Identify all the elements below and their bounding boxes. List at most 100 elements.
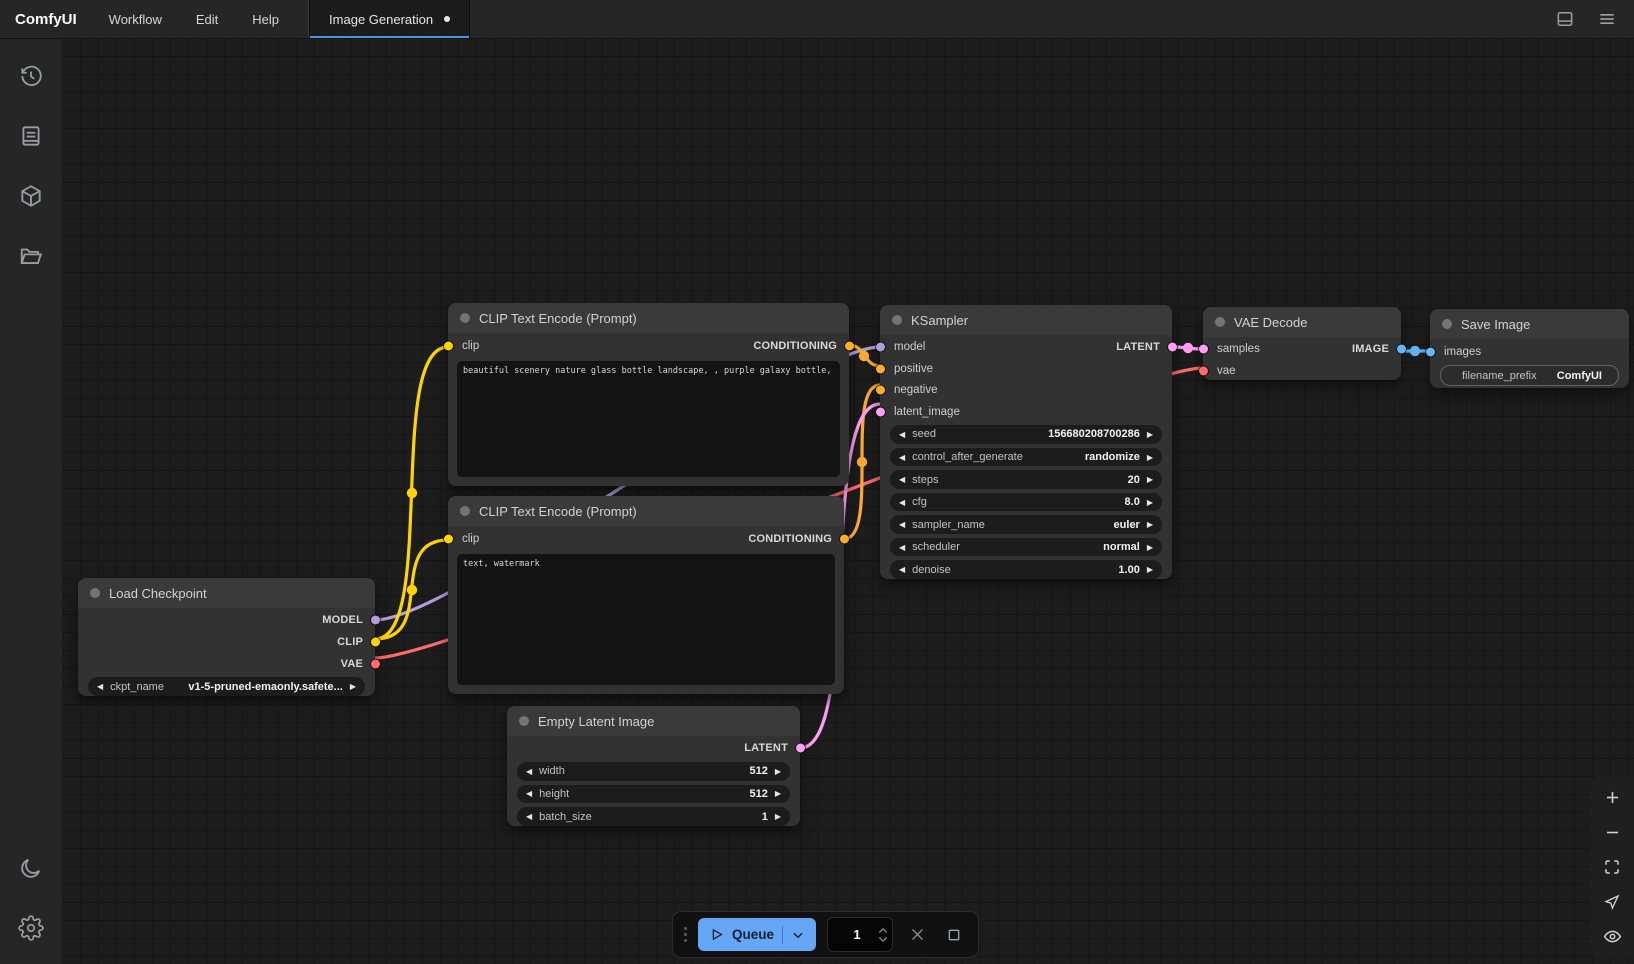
theme-toggle-button[interactable] bbox=[9, 846, 53, 890]
collapse-dot[interactable] bbox=[1442, 319, 1452, 329]
collapse-dot[interactable] bbox=[460, 506, 470, 516]
decrement-arrow-icon[interactable]: ◀ bbox=[899, 453, 905, 462]
decrement-arrow-icon[interactable]: ◀ bbox=[899, 430, 905, 439]
node-titlebar[interactable]: CLIP Text Encode (Prompt) bbox=[448, 303, 849, 333]
decrement-arrow-icon[interactable]: ◀ bbox=[899, 498, 905, 507]
increment-arrow-icon[interactable]: ▶ bbox=[775, 767, 781, 776]
node-titlebar[interactable]: CLIP Text Encode (Prompt) bbox=[448, 496, 844, 526]
increment-arrow-icon[interactable]: ▶ bbox=[1147, 543, 1153, 552]
ckpt-name-widget[interactable]: ◀ ckpt_name v1-5-pruned-emaonly.safete..… bbox=[88, 677, 365, 696]
decrement-arrow-icon[interactable]: ◀ bbox=[899, 565, 905, 574]
settings-button[interactable] bbox=[9, 906, 53, 950]
sampler-name-widget[interactable]: ◀ sampler_name euler ▶ bbox=[890, 515, 1162, 534]
node-titlebar[interactable]: Load Checkpoint bbox=[78, 578, 375, 608]
node-clip-text-encode-negative[interactable]: CLIP Text Encode (Prompt) clip CONDITION… bbox=[448, 496, 844, 694]
vae-output-port[interactable] bbox=[371, 659, 380, 668]
collapse-dot[interactable] bbox=[892, 315, 902, 325]
spinner-up-icon[interactable] bbox=[878, 927, 888, 934]
increment-arrow-icon[interactable]: ▶ bbox=[1147, 430, 1153, 439]
tab-image-generation[interactable]: Image Generation bbox=[309, 0, 470, 38]
sidebar-logs-button[interactable] bbox=[9, 114, 53, 158]
seed-widget[interactable]: ◀ seed 156680208700286 ▶ bbox=[890, 425, 1162, 444]
increment-arrow-icon[interactable]: ▶ bbox=[1147, 565, 1153, 574]
node-canvas[interactable] bbox=[62, 38, 1634, 964]
node-vae-decode[interactable]: VAE Decode samples IMAGE vae bbox=[1203, 307, 1401, 380]
collapse-dot[interactable] bbox=[519, 716, 529, 726]
model-output-port[interactable] bbox=[371, 616, 380, 625]
node-titlebar[interactable]: VAE Decode bbox=[1203, 307, 1401, 337]
node-titlebar[interactable]: Empty Latent Image bbox=[507, 706, 800, 736]
node-ksampler[interactable]: KSampler model LATENT positive negative … bbox=[880, 305, 1172, 579]
clip-input-port[interactable] bbox=[444, 341, 453, 350]
collapse-dot[interactable] bbox=[90, 588, 100, 598]
clip-input-port[interactable] bbox=[444, 534, 453, 543]
model-input-port[interactable] bbox=[876, 343, 885, 352]
node-titlebar[interactable]: Save Image bbox=[1430, 309, 1629, 339]
decrement-arrow-icon[interactable]: ◀ bbox=[526, 767, 532, 776]
main-menu-button[interactable] bbox=[1592, 4, 1622, 34]
cfg-widget[interactable]: ◀ cfg 8.0 ▶ bbox=[890, 493, 1162, 512]
decrement-arrow-icon[interactable]: ◀ bbox=[526, 789, 532, 798]
fit-view-button[interactable] bbox=[1599, 854, 1625, 880]
menu-workflow[interactable]: Workflow bbox=[92, 0, 179, 38]
increment-arrow-icon[interactable]: ▶ bbox=[1147, 453, 1153, 462]
chevron-down-icon[interactable] bbox=[791, 928, 805, 942]
drag-handle-icon[interactable] bbox=[684, 927, 687, 942]
steps-widget[interactable]: ◀ steps 20 ▶ bbox=[890, 470, 1162, 489]
decrement-arrow-icon[interactable]: ◀ bbox=[97, 682, 103, 691]
samples-input-port[interactable] bbox=[1199, 345, 1208, 354]
interrupt-button[interactable] bbox=[941, 922, 967, 948]
prompt-textarea[interactable]: text, watermark bbox=[457, 554, 835, 685]
decrement-arrow-icon[interactable]: ◀ bbox=[899, 543, 905, 552]
latent-output-port[interactable] bbox=[796, 744, 805, 753]
batch-size-widget[interactable]: ◀ batch_size 1 ▶ bbox=[517, 807, 790, 826]
conditioning-output-port[interactable] bbox=[845, 341, 854, 350]
node-empty-latent-image[interactable]: Empty Latent Image LATENT ◀ width 512 ▶ … bbox=[507, 706, 800, 826]
menu-help[interactable]: Help bbox=[235, 0, 296, 38]
denoise-widget[interactable]: ◀ denoise 1.00 ▶ bbox=[890, 560, 1162, 579]
images-input-port[interactable] bbox=[1426, 347, 1435, 356]
increment-arrow-icon[interactable]: ▶ bbox=[350, 682, 356, 691]
scheduler-widget[interactable]: ◀ scheduler normal ▶ bbox=[890, 538, 1162, 557]
negative-input-port[interactable] bbox=[876, 386, 885, 395]
control-after-generate-widget[interactable]: ◀ control_after_generate randomize ▶ bbox=[890, 448, 1162, 467]
zoom-in-button[interactable] bbox=[1599, 785, 1625, 811]
node-load-checkpoint[interactable]: Load Checkpoint MODEL CLIP VAE ◀ ckpt_na… bbox=[78, 578, 375, 696]
menu-edit[interactable]: Edit bbox=[179, 0, 235, 38]
image-output-port[interactable] bbox=[1397, 345, 1406, 354]
decrement-arrow-icon[interactable]: ◀ bbox=[899, 475, 905, 484]
height-widget[interactable]: ◀ height 512 ▶ bbox=[517, 785, 790, 804]
conditioning-output-port[interactable] bbox=[840, 534, 849, 543]
spinner-down-icon[interactable] bbox=[878, 936, 888, 943]
clear-queue-button[interactable] bbox=[904, 922, 930, 948]
collapse-dot[interactable] bbox=[460, 313, 470, 323]
node-save-image[interactable]: Save Image images filename_prefix ComfyU… bbox=[1430, 309, 1629, 388]
decrement-arrow-icon[interactable]: ◀ bbox=[526, 812, 532, 821]
node-titlebar[interactable]: KSampler bbox=[880, 305, 1172, 335]
sidebar-node-library-button[interactable] bbox=[9, 174, 53, 218]
filename-prefix-widget[interactable]: filename_prefix ComfyUI bbox=[1440, 365, 1619, 386]
increment-arrow-icon[interactable]: ▶ bbox=[775, 812, 781, 821]
width-widget[interactable]: ◀ width 512 ▶ bbox=[517, 762, 790, 781]
latent-image-input-port[interactable] bbox=[876, 407, 885, 416]
sidebar-workflows-button[interactable] bbox=[9, 234, 53, 278]
zoom-out-button[interactable] bbox=[1599, 819, 1625, 845]
sidebar-history-button[interactable] bbox=[9, 54, 53, 98]
batch-count-input[interactable]: 1 bbox=[827, 917, 893, 952]
toggle-visibility-button[interactable] bbox=[1599, 923, 1625, 949]
latent-output-port[interactable] bbox=[1168, 343, 1177, 352]
collapse-dot[interactable] bbox=[1215, 317, 1225, 327]
panel-toggle-button[interactable] bbox=[1550, 4, 1580, 34]
vae-input-port[interactable] bbox=[1199, 366, 1208, 375]
increment-arrow-icon[interactable]: ▶ bbox=[1147, 520, 1153, 529]
navigate-button[interactable] bbox=[1599, 889, 1625, 915]
increment-arrow-icon[interactable]: ▶ bbox=[1147, 475, 1153, 484]
queue-button[interactable]: Queue bbox=[698, 918, 816, 951]
node-clip-text-encode-positive[interactable]: CLIP Text Encode (Prompt) clip CONDITION… bbox=[448, 303, 849, 486]
increment-arrow-icon[interactable]: ▶ bbox=[1147, 498, 1153, 507]
prompt-textarea[interactable]: beautiful scenery nature glass bottle la… bbox=[457, 361, 840, 477]
increment-arrow-icon[interactable]: ▶ bbox=[775, 789, 781, 798]
positive-input-port[interactable] bbox=[876, 364, 885, 373]
clip-output-port[interactable] bbox=[371, 638, 380, 647]
decrement-arrow-icon[interactable]: ◀ bbox=[899, 520, 905, 529]
